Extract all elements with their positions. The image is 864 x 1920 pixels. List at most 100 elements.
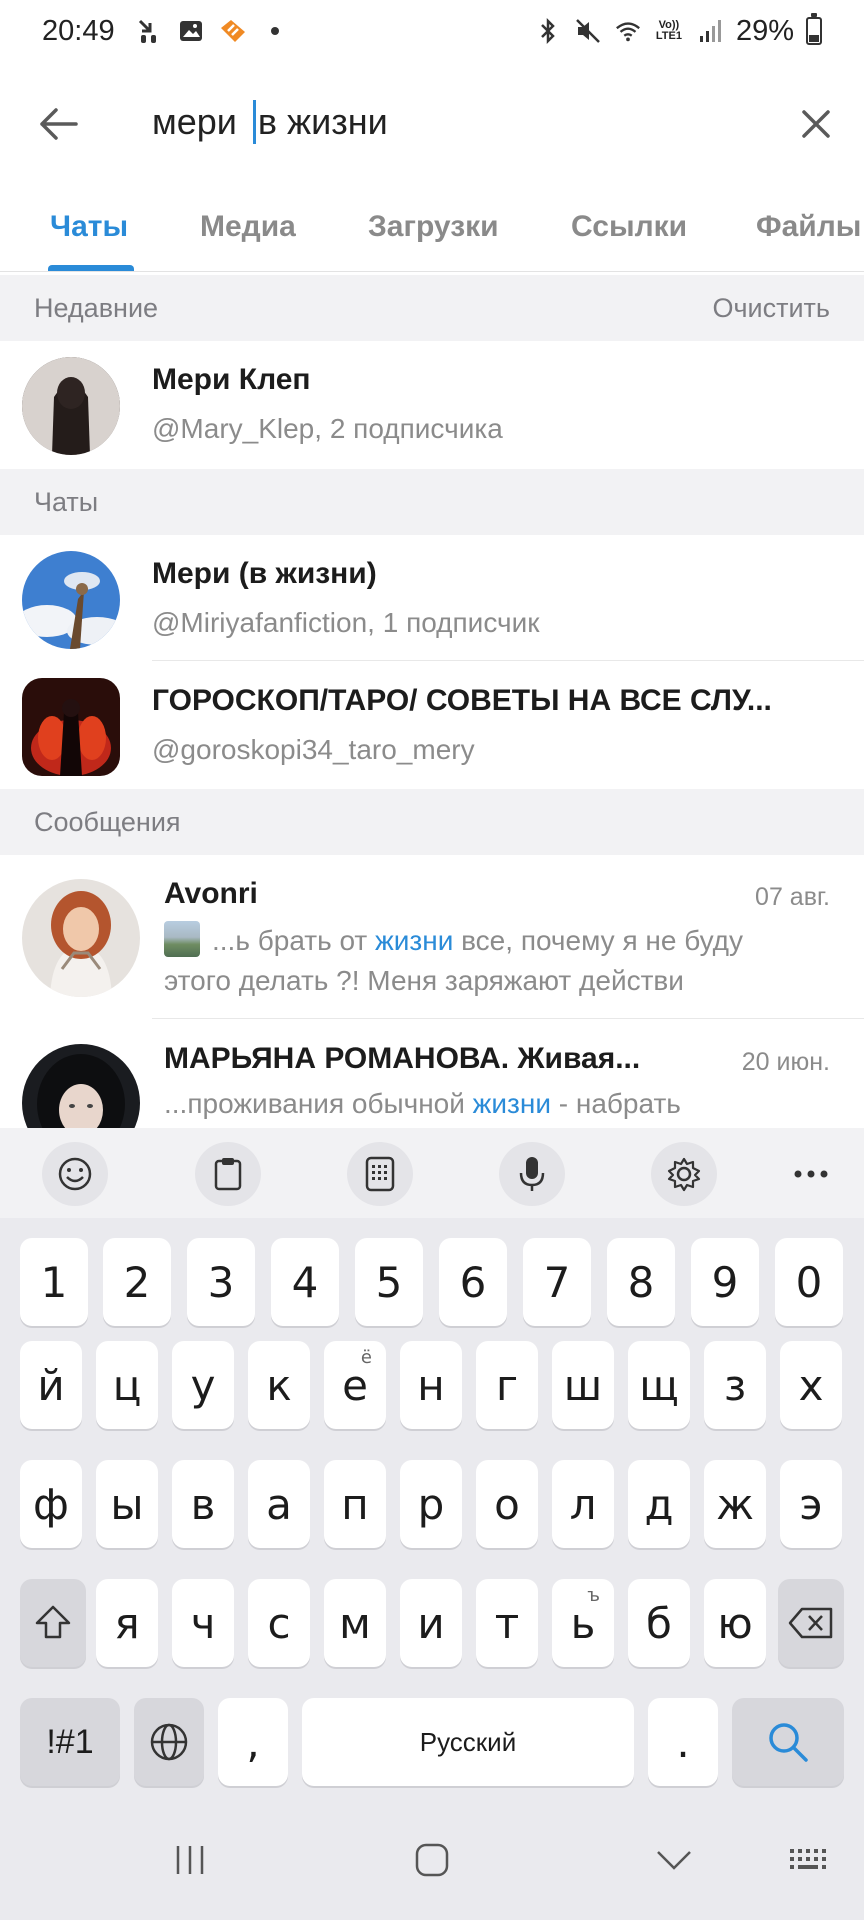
key-0[interactable]: 0: [775, 1238, 843, 1326]
chat-subtitle: @Miriyafanfiction, 1 подписчик: [152, 607, 540, 638]
list-item-chat[interactable]: Мери (в жизни) @Miriyafanfiction, 1 подп…: [0, 535, 864, 661]
key-letter[interactable]: н: [400, 1341, 462, 1429]
nav-back-button[interactable]: [642, 1828, 706, 1892]
chat-title: Мери (в жизни): [152, 557, 377, 590]
key-letter[interactable]: м: [324, 1579, 386, 1667]
key-letter[interactable]: с: [248, 1579, 310, 1667]
list-item-recent[interactable]: Мери Клеп @Mary_Klep, 2 подписчика: [0, 341, 864, 467]
period-key[interactable]: .: [648, 1698, 718, 1786]
tab-downloads[interactable]: Загрузки: [368, 210, 499, 244]
key-6[interactable]: 6: [439, 1238, 507, 1326]
key-letter[interactable]: ц: [96, 1341, 158, 1429]
backspace-key[interactable]: [778, 1579, 844, 1667]
tab-chats[interactable]: Чаты: [50, 210, 128, 244]
key-letter[interactable]: т: [476, 1579, 538, 1667]
more-icon: [794, 1170, 828, 1178]
voice-input-button[interactable]: [499, 1142, 565, 1206]
message-highlight: жизни: [375, 925, 454, 956]
key-letter[interactable]: о: [476, 1460, 538, 1548]
key-letter[interactable]: ы: [96, 1460, 158, 1548]
key-4[interactable]: 4: [271, 1238, 339, 1326]
key-3[interactable]: 3: [187, 1238, 255, 1326]
section-title-messages: Сообщения: [34, 806, 181, 837]
key-8[interactable]: 8: [607, 1238, 675, 1326]
wifi-icon: [614, 16, 642, 46]
key-letter[interactable]: щ: [628, 1341, 690, 1429]
key-letter[interactable]: ш: [552, 1341, 614, 1429]
key-1[interactable]: 1: [20, 1238, 88, 1326]
text-cursor: [252, 100, 256, 144]
key-letter[interactable]: х: [780, 1341, 842, 1429]
key-letter[interactable]: э: [780, 1460, 842, 1548]
key-letter-e[interactable]: её: [324, 1341, 386, 1429]
space-key[interactable]: Русский: [302, 1698, 634, 1786]
key-letter[interactable]: и: [400, 1579, 462, 1667]
message-highlight: жизни: [472, 1088, 551, 1119]
clear-search-button[interactable]: [790, 98, 842, 150]
recents-button[interactable]: [158, 1828, 222, 1892]
key-letter[interactable]: ю: [704, 1579, 766, 1667]
message-text-after: все, почему я не буду: [453, 925, 744, 956]
message-sender: Avonri: [164, 877, 258, 910]
key-letter[interactable]: р: [400, 1460, 462, 1548]
key-letter[interactable]: г: [476, 1341, 538, 1429]
arrow-left-icon: [40, 108, 78, 140]
home-button[interactable]: [400, 1828, 464, 1892]
key-2[interactable]: 2: [103, 1238, 171, 1326]
chat-title: ГОРОСКОП/ТАРО/ СОВЕТЫ НА ВСЕ СЛУ...: [152, 684, 772, 717]
list-item-message[interactable]: МАРЬЯНА РОМАНОВА. Живая... 20 июн. ...пр…: [0, 1020, 864, 1128]
more-options-button[interactable]: [778, 1142, 844, 1206]
key-9[interactable]: 9: [691, 1238, 759, 1326]
key-letter[interactable]: б: [628, 1579, 690, 1667]
key-letter[interactable]: й: [20, 1341, 82, 1429]
volte-label: Vo)) LTE1: [655, 19, 682, 42]
section-header-recent: Недавние Очистить: [0, 275, 864, 341]
clipboard-button[interactable]: [195, 1142, 261, 1206]
chat-subtitle: @Mary_Klep, 2 подписчика: [152, 413, 503, 444]
symbols-key[interactable]: !#1: [20, 1698, 120, 1786]
language-key[interactable]: [134, 1698, 204, 1786]
key-letter[interactable]: к: [248, 1341, 310, 1429]
tab-media[interactable]: Медиа: [200, 210, 296, 244]
key-letter[interactable]: я: [96, 1579, 158, 1667]
key-letter[interactable]: д: [628, 1460, 690, 1548]
signal-icon: [696, 16, 724, 46]
key-letter[interactable]: в: [172, 1460, 234, 1548]
shift-key[interactable]: [20, 1579, 86, 1667]
key-letter-soft-sign[interactable]: ьъ: [552, 1579, 614, 1667]
avatar: [22, 678, 120, 776]
clear-recent-button[interactable]: Очистить: [712, 293, 830, 324]
list-item-chat[interactable]: ГОРОСКОП/ТАРО/ СОВЕТЫ НА ВСЕ СЛУ... @gor…: [0, 662, 864, 788]
key-letter[interactable]: а: [248, 1460, 310, 1548]
tab-files[interactable]: Файлы: [756, 210, 861, 244]
keypad-icon: [365, 1156, 395, 1192]
section-header-chats: Чаты: [0, 469, 864, 535]
search-input[interactable]: мери в жизни: [152, 100, 388, 144]
keypad-button[interactable]: [347, 1142, 413, 1206]
key-letter[interactable]: п: [324, 1460, 386, 1548]
tab-links[interactable]: Ссылки: [571, 210, 687, 244]
emoji-button[interactable]: [42, 1142, 108, 1206]
app-notification-icon: [219, 16, 247, 46]
comma-key[interactable]: ,: [218, 1698, 288, 1786]
key-5[interactable]: 5: [355, 1238, 423, 1326]
list-item-message[interactable]: Avonri 07 авг. ...ь брать от жизни все, …: [0, 855, 864, 1019]
key-letter[interactable]: у: [172, 1341, 234, 1429]
missed-call-icon: [135, 16, 163, 46]
message-date: 07 авг.: [755, 883, 830, 911]
key-letter[interactable]: ч: [172, 1579, 234, 1667]
keyboard-switch-button[interactable]: [776, 1828, 840, 1892]
message-sender: МАРЬЯНА РОМАНОВА. Живая...: [164, 1042, 641, 1075]
search-action-key[interactable]: [732, 1698, 844, 1786]
media-thumbnail: [164, 921, 200, 957]
dot-icon: [261, 16, 289, 46]
clipboard-icon: [214, 1158, 242, 1191]
key-letter[interactable]: л: [552, 1460, 614, 1548]
keyboard-settings-button[interactable]: [651, 1142, 717, 1206]
key-letter[interactable]: ж: [704, 1460, 766, 1548]
back-button[interactable]: [32, 98, 84, 150]
status-time: 20:49: [42, 14, 115, 47]
key-letter[interactable]: з: [704, 1341, 766, 1429]
key-7[interactable]: 7: [523, 1238, 591, 1326]
key-letter[interactable]: ф: [20, 1460, 82, 1548]
